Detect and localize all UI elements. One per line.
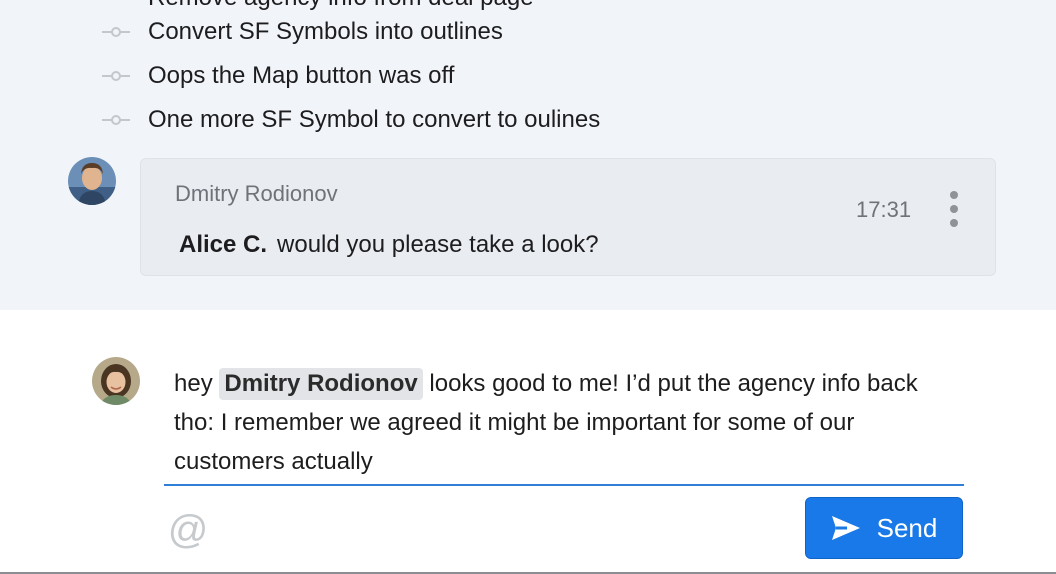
composer-focus-underline	[164, 484, 964, 486]
commit-icon	[100, 69, 132, 83]
message-mention[interactable]: Alice C.	[179, 231, 267, 258]
message-timestamp: 17:31	[856, 197, 912, 222]
commit-item[interactable]: Convert SF Symbols into outlines	[100, 17, 503, 47]
current-user-avatar[interactable]	[92, 357, 140, 405]
paper-plane-icon	[831, 516, 860, 540]
message-composer[interactable]: hey Dmitry Rodionov looks good to me! I’…	[174, 364, 964, 481]
commit-item[interactable]: One more SF Symbol to convert to oulines	[100, 105, 600, 135]
mention-button[interactable]: @	[166, 508, 210, 552]
send-button[interactable]: Send	[805, 497, 963, 559]
mention-chip[interactable]: Dmitry Rodionov	[219, 368, 423, 400]
more-options-icon[interactable]	[947, 191, 961, 227]
commit-label: Oops the Map button was off	[148, 62, 455, 89]
composer-prefix: hey	[174, 370, 213, 397]
commit-label: One more SF Symbol to convert to oulines	[148, 106, 601, 133]
message-author[interactable]: Dmitry Rodionov	[175, 181, 338, 207]
message-card: Dmitry Rodionov 17:31 Alice C. would you …	[140, 158, 996, 276]
commit-thread: Remove agency info from deal page Conver…	[0, 0, 1056, 310]
commit-item[interactable]: Oops the Map button was off	[100, 61, 454, 91]
send-button-label: Send	[876, 512, 938, 543]
message-text: would you please take a look?	[277, 231, 599, 258]
avatar[interactable]	[68, 157, 116, 205]
commit-icon	[100, 113, 132, 127]
commit-icon	[100, 25, 132, 39]
message-body: Alice C. would you please take a look?	[179, 231, 599, 259]
partial-commit-label: Remove agency info from deal page	[148, 0, 534, 12]
commit-label: Convert SF Symbols into outlines	[148, 18, 503, 45]
